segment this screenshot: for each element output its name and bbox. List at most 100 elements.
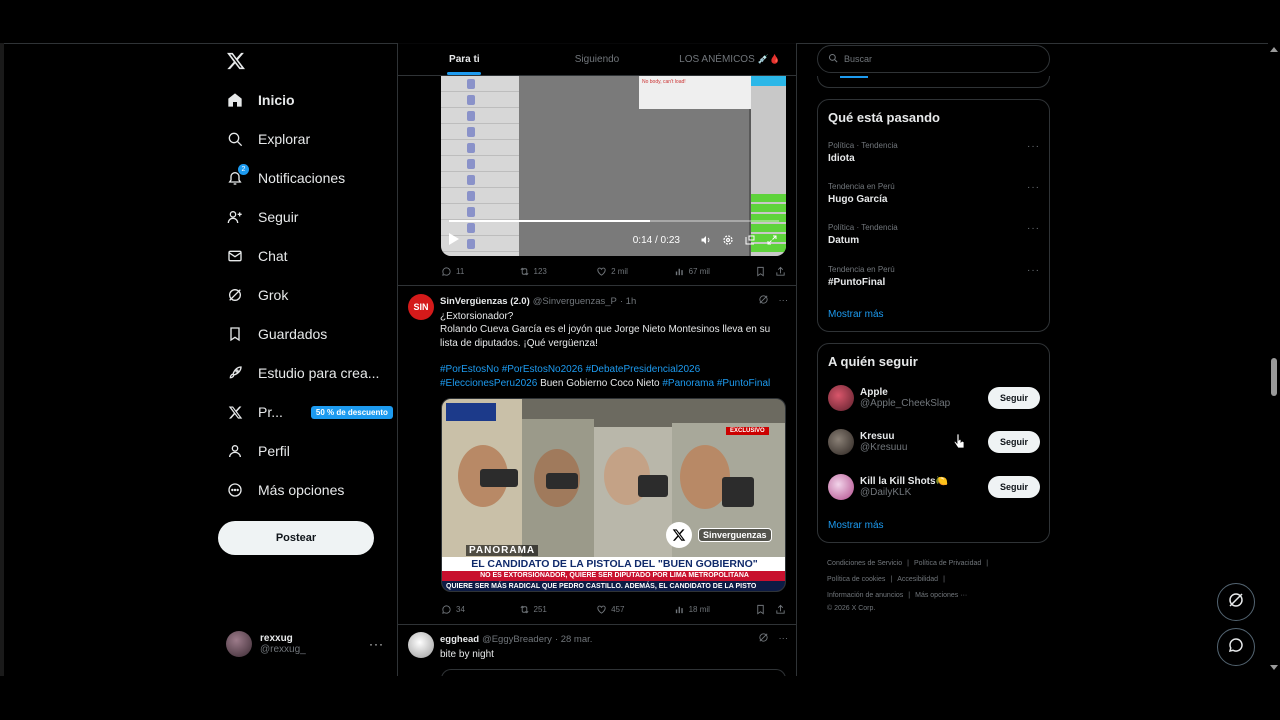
follow-button[interactable]: Seguir	[988, 387, 1040, 409]
chat-floating-button[interactable]	[1217, 628, 1255, 666]
fullscreen-icon[interactable]	[766, 234, 778, 246]
nav-item-grok[interactable]: Grok	[226, 281, 288, 309]
nav-item-chat[interactable]: Chat	[226, 242, 288, 270]
settings-icon[interactable]	[722, 234, 734, 246]
share-icon[interactable]	[775, 266, 786, 277]
tweet-author[interactable]: egghead	[440, 633, 479, 647]
nav-item-more[interactable]: Más opciones	[226, 476, 344, 504]
footer-link[interactable]: Política de cookies	[827, 576, 885, 583]
bookmark-icon[interactable]	[755, 604, 775, 615]
x-logo-icon[interactable]	[226, 51, 246, 71]
suggestion-name[interactable]: Kill la Kill Shots🍋	[860, 476, 948, 487]
volume-icon[interactable]	[700, 234, 712, 246]
footer-link[interactable]: Condiciones de Servicio	[827, 560, 902, 567]
nav-item-home[interactable]: Inicio	[226, 86, 295, 114]
views-button[interactable]: 18 mil	[674, 604, 756, 615]
share-icon[interactable]	[775, 604, 786, 615]
nav-item-profile[interactable]: Perfil	[226, 437, 290, 465]
follow-suggestion[interactable]: Kill la Kill Shots🍋 @DailyKLK Seguir	[828, 472, 1040, 502]
bookmark-icon[interactable]	[755, 266, 775, 277]
search-box[interactable]	[817, 45, 1050, 73]
footer-link[interactable]: Accesibilidad	[897, 576, 938, 583]
scroll-up-arrow[interactable]	[1270, 47, 1278, 52]
show-more-link[interactable]: Mostrar más	[828, 520, 884, 531]
avatar[interactable]	[828, 474, 854, 500]
trend-item[interactable]: Tendencia en Perú Hugo García ···	[828, 182, 1040, 205]
reply-button[interactable]: 11	[441, 266, 519, 277]
page-scrollbar[interactable]	[1268, 43, 1280, 676]
hashtag-line[interactable]: #PorEstosNo #PorEstosNo2026 #DebatePresi…	[440, 363, 788, 377]
tab-following[interactable]: Siguiendo	[531, 43, 664, 75]
grok-floating-button[interactable]	[1217, 583, 1255, 621]
more-icon[interactable]: ···	[369, 637, 384, 651]
hashtag-link[interactable]: #Panorama #PuntoFinal	[662, 378, 770, 389]
tweet[interactable]: SIN SinVergüenzas (2.0) @Sinverguenzas_P…	[408, 294, 788, 390]
window-edge	[0, 43, 4, 676]
tab-list-anemicos[interactable]: LOS ANÉMICOS 💉🩸	[663, 43, 796, 75]
show-more-link[interactable]: Mostrar más	[828, 309, 884, 320]
footer-link[interactable]: Más opciones ···	[915, 592, 967, 599]
more-icon[interactable]: ···	[1027, 223, 1040, 234]
more-icon[interactable]: ···	[779, 294, 789, 310]
scroll-down-arrow[interactable]	[1270, 665, 1278, 670]
tweet-author[interactable]: SinVergüenzas (2.0)	[440, 295, 530, 309]
scroll-thumb[interactable]	[1271, 358, 1277, 396]
follow-button[interactable]: Seguir	[988, 476, 1040, 498]
tweet-image[interactable]: EXCLUSIVO PANORAMA Sinverguenzas EL CAND…	[441, 398, 786, 592]
tab-for-you[interactable]: Para ti	[398, 43, 531, 75]
account-switcher[interactable]: rexxug @rexxug_ ···	[226, 628, 384, 660]
nav-item-follow[interactable]: Seguir	[226, 203, 298, 231]
search-input[interactable]	[844, 54, 1034, 64]
headline-ticker: EL CANDIDATO DE LA PISTOLA DEL "BUEN GOB…	[442, 557, 785, 571]
tweet[interactable]: egghead @EggyBreadery · 28 mar. ··· bite…	[408, 632, 788, 661]
follow-suggestion[interactable]: Apple @Apple_CheekSlap Seguir	[828, 383, 1040, 413]
nav-item-notifications[interactable]: 2 Notificaciones	[226, 164, 345, 192]
video-progress-bar[interactable]	[449, 220, 779, 222]
like-button[interactable]: 457	[596, 604, 674, 615]
trend-item[interactable]: Tendencia en Perú #PuntoFinal ···	[828, 265, 1040, 288]
more-icon[interactable]: ···	[1027, 141, 1040, 152]
more-icon[interactable]: ···	[779, 632, 789, 648]
footer-link[interactable]: Política de Privacidad	[914, 560, 981, 567]
nav-label: Chat	[258, 248, 288, 264]
nav-item-premium[interactable]: Pr... 50 % de descuento	[226, 398, 393, 426]
avatar[interactable]	[828, 429, 854, 455]
tweet-time[interactable]: · 28 mar.	[555, 633, 593, 647]
repost-button[interactable]: 123	[519, 266, 597, 277]
suggestion-name[interactable]: Kresuu	[860, 431, 907, 442]
reply-button[interactable]: 34	[441, 604, 519, 615]
pip-icon[interactable]	[744, 234, 756, 246]
video-player[interactable]: No body, can't load! 0:14 / 0:23	[441, 76, 786, 256]
grok-icon[interactable]	[758, 632, 769, 648]
chat-bubble-icon	[1227, 636, 1245, 659]
nav-item-explore[interactable]: Explorar	[226, 125, 310, 153]
more-icon[interactable]: ···	[1027, 265, 1040, 276]
avatar[interactable]	[828, 385, 854, 411]
tweet-handle[interactable]: @EggyBreadery	[482, 633, 552, 647]
tweet-handle[interactable]: @Sinverguenzas_P	[533, 295, 617, 309]
nav-item-creator-studio[interactable]: Estudio para crea...	[226, 359, 379, 387]
footer-link[interactable]: Información de anuncios	[827, 592, 903, 599]
trend-item[interactable]: Política · Tendencia Datum ···	[828, 223, 1040, 246]
hashtag-link[interactable]: #EleccionesPeru2026	[440, 378, 537, 389]
nav-label: Guardados	[258, 326, 328, 342]
views-button[interactable]: 67 mil	[674, 266, 756, 277]
avatar[interactable]: SIN	[408, 294, 434, 320]
avatar[interactable]	[408, 632, 434, 658]
follow-button[interactable]: Seguir	[988, 431, 1040, 453]
more-icon[interactable]: ···	[1027, 182, 1040, 193]
tweet-time[interactable]: · 1h	[620, 295, 636, 309]
tv-logo	[446, 403, 496, 421]
follow-suggestion[interactable]: Kresuu @Kresuuu Seguir	[828, 427, 1040, 457]
nav-item-bookmarks[interactable]: Guardados	[226, 320, 327, 348]
like-button[interactable]: 2 mil	[596, 266, 674, 277]
tab-label: Para ti	[449, 53, 480, 65]
post-button[interactable]: Postear	[218, 521, 374, 555]
trend-item[interactable]: Política · Tendencia Idiota ···	[828, 141, 1040, 164]
home-icon	[226, 91, 244, 109]
repost-button[interactable]: 251	[519, 604, 597, 615]
tweet-media[interactable]	[441, 669, 786, 676]
grok-icon[interactable]	[758, 294, 769, 310]
play-icon[interactable]	[449, 232, 459, 248]
suggestion-name[interactable]: Apple	[860, 387, 950, 398]
